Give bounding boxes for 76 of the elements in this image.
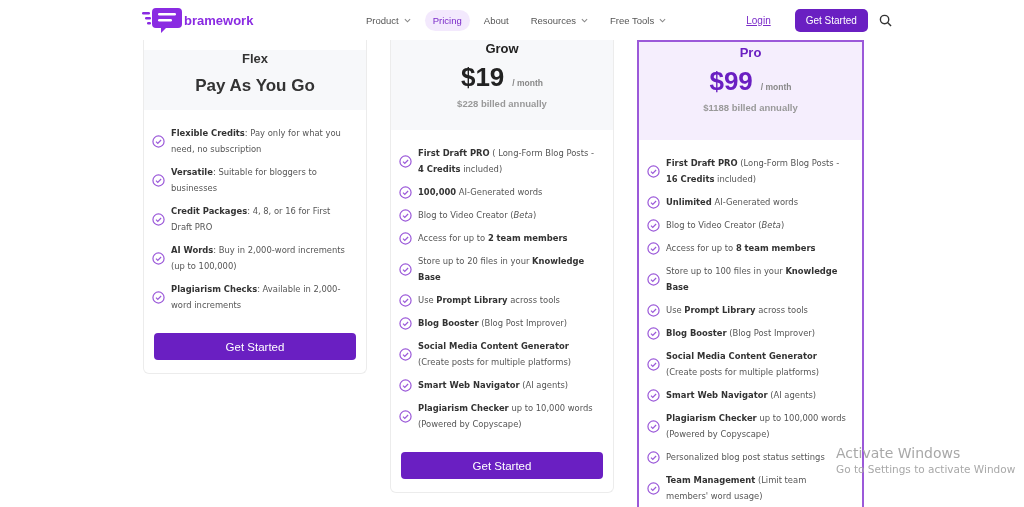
plan-price: $99 — [709, 66, 753, 97]
price-period: / month — [512, 78, 544, 88]
plan-name: Flex — [242, 51, 268, 66]
feature-text: Plagiarism Checks: Available in 2,000-word increments — [171, 283, 342, 312]
get-started-button[interactable]: Get Started — [794, 8, 868, 32]
feature-text: First Draft PRO (Long-Form Blog Posts - 16 Credits included) — [666, 157, 841, 186]
nav-link[interactable]: Resources — [522, 9, 597, 31]
nav-link[interactable]: Free Tools — [602, 9, 675, 31]
check-icon — [647, 357, 660, 371]
feature-text: Blog Booster (Blog Post Improver) — [418, 317, 568, 330]
feature-text: Smart Web Navigator (AI agents) — [666, 389, 817, 402]
feature-text: Blog to Video Creator (Beta) — [666, 219, 785, 232]
check-icon — [647, 164, 660, 178]
feature-text: Plagiarism Checker up to 10,000 words (Powered by Copyscape) — [418, 402, 594, 431]
get-started-button[interactable]: Get Started — [401, 452, 603, 479]
check-icon — [647, 303, 660, 317]
plan-price: $19 — [460, 62, 505, 93]
brand-name[interactable]: bramework — [184, 12, 254, 28]
billing-note: $1188 billed annually — [703, 102, 798, 113]
check-icon — [399, 316, 412, 330]
feature-text: Plagiarism Checker up to 100,000 words (Powered by Copyscape) — [666, 412, 847, 441]
feature-text: Versatile: Suitable for bloggers to businesses — [171, 166, 318, 195]
feature-text: Credit Packages: 4, 8, or 16 for First Draft PRO — [171, 205, 332, 234]
check-icon — [399, 262, 412, 276]
feature-text: Smart Web Navigator (AI agents) — [418, 379, 569, 392]
check-icon — [647, 241, 660, 255]
check-icon — [399, 347, 412, 361]
feature-text: Unlimited AI-Generated words — [666, 196, 798, 209]
check-icon — [647, 326, 660, 340]
search-icon[interactable] — [878, 13, 892, 27]
price-period: / month — [760, 82, 792, 92]
feature-text: Store up to 100 files in your Knowledge Base — [666, 265, 839, 294]
check-icon — [399, 208, 412, 222]
plan-name: Pro — [739, 45, 762, 60]
check-icon — [399, 154, 412, 168]
plan-name: Grow — [485, 41, 519, 56]
check-icon — [647, 388, 660, 402]
feature-text: Social Media Content Generator (Create posts for multiple platforms) — [666, 350, 821, 379]
check-icon — [152, 290, 165, 304]
feature-text: Store up to 20 files in your Knowledge Base — [418, 255, 586, 284]
check-icon — [152, 134, 165, 148]
feature-text: Use Prompt Library across tools — [666, 304, 808, 317]
feature-text: Access for up to 2 team members — [418, 232, 568, 245]
feature-text: First Draft PRO ( Long-Form Blog Posts - 4 Credits included) — [418, 147, 596, 176]
check-icon — [399, 378, 412, 392]
billing-note: $228 billed annually — [457, 98, 547, 109]
check-icon — [152, 251, 165, 265]
feature-text: Use Prompt Library across tools — [418, 294, 560, 307]
check-icon — [152, 212, 165, 226]
feature-text: Social Media Content Generator (Create posts for multiple platforms) — [418, 340, 573, 369]
plan-tagline: Pay As You Go — [195, 76, 315, 96]
nav-link[interactable]: About — [475, 9, 517, 31]
check-icon — [399, 231, 412, 245]
check-icon — [399, 293, 412, 307]
feature-text: Blog Booster (Blog Post Improver) — [666, 327, 816, 340]
feature-text: Team Management (Limit team members' word usage) — [666, 474, 808, 503]
nav-link[interactable]: Product — [358, 9, 419, 31]
get-started-button[interactable]: Get Started — [154, 333, 356, 360]
check-icon — [647, 195, 660, 209]
check-icon — [647, 450, 660, 464]
feature-text: Blog to Video Creator (Beta) — [418, 209, 537, 222]
feature-text: Access for up to 8 team members — [666, 242, 816, 255]
feature-text: 100,000 AI-Generated words — [418, 186, 543, 199]
check-icon — [647, 419, 660, 433]
check-icon — [647, 481, 660, 495]
check-icon — [399, 409, 412, 423]
feature-text: AI Words: Buy in 2,000-word increments (up to 100,000) — [171, 244, 346, 273]
logo-icon — [142, 7, 182, 33]
check-icon — [647, 272, 660, 286]
check-icon — [152, 173, 165, 187]
login-link[interactable]: Login — [746, 14, 771, 26]
feature-text: Flexible Credits: Pay only for what you need, no subscription — [171, 127, 342, 156]
check-icon — [399, 185, 412, 199]
feature-text: Personalized blog post status settings — [666, 451, 825, 464]
nav-link[interactable]: Pricing — [424, 9, 470, 31]
check-icon — [647, 218, 660, 232]
